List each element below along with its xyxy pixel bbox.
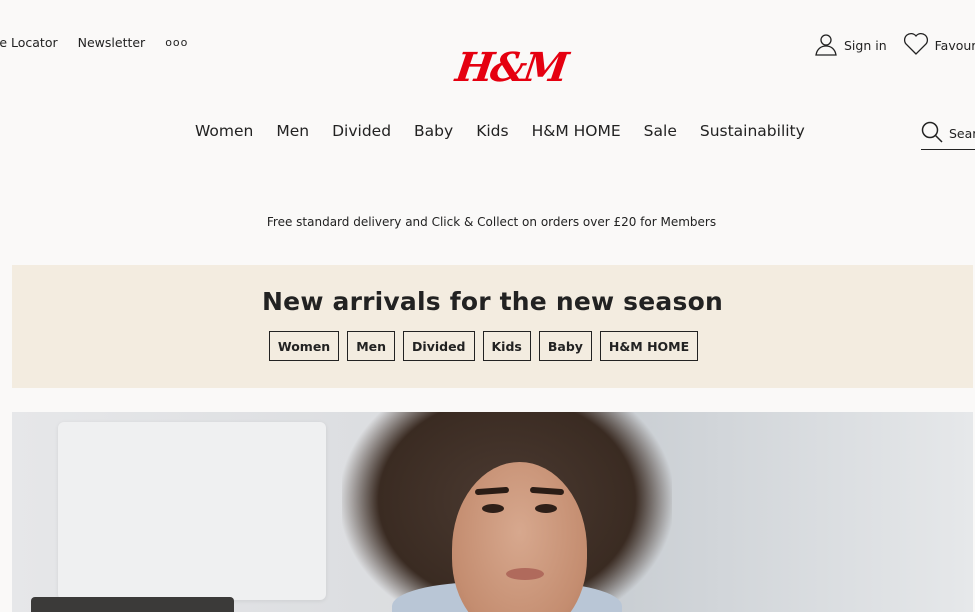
nav-item-sale[interactable]: Sale	[644, 122, 677, 140]
nav-item-men[interactable]: Men	[276, 122, 309, 140]
search-placeholder: Search products	[949, 126, 975, 141]
utility-links: Store Locator Newsletter ooo	[0, 35, 188, 50]
delivery-promo: Free standard delivery and Click & Colle…	[266, 215, 717, 229]
favourites-button[interactable]: Favourites	[903, 32, 975, 59]
hero-image[interactable]	[12, 412, 973, 612]
chip-hm-home[interactable]: H&M HOME	[599, 331, 699, 361]
hm-logo[interactable]: H&M	[453, 44, 569, 91]
nav-item-women[interactable]: Women	[195, 122, 253, 140]
category-chips: Women Men Divided Kids Baby H&M HOME	[12, 331, 973, 361]
store-locator-link[interactable]: Store Locator	[0, 35, 58, 50]
nav-item-baby[interactable]: Baby	[414, 122, 453, 140]
chip-divided[interactable]: Divided	[403, 331, 475, 361]
nav-item-divided[interactable]: Divided	[332, 122, 391, 140]
cookie-bar-edge[interactable]	[31, 597, 234, 612]
user-icon	[814, 32, 838, 59]
account-links: Sign in Favourites	[814, 32, 975, 59]
model-eye	[535, 504, 557, 513]
model-lips	[506, 568, 544, 580]
main-navigation: Women Men Divided Baby Kids H&M HOME Sal…	[195, 122, 805, 140]
new-arrivals-banner: New arrivals for the new season Women Me…	[12, 265, 973, 388]
newsletter-link[interactable]: Newsletter	[78, 35, 146, 50]
search-input[interactable]: Search products	[921, 118, 975, 150]
nav-item-sustainability[interactable]: Sustainability	[700, 122, 805, 140]
favourites-label: Favourites	[934, 38, 975, 53]
chip-women[interactable]: Women	[268, 331, 340, 361]
banner-title: New arrivals for the new season	[262, 287, 723, 316]
nav-item-hm-home[interactable]: H&M HOME	[532, 122, 621, 140]
search-icon	[921, 121, 943, 146]
more-options-button[interactable]: ooo	[165, 36, 188, 49]
heart-icon	[903, 32, 929, 59]
chip-baby[interactable]: Baby	[538, 331, 592, 361]
nav-item-kids[interactable]: Kids	[476, 122, 508, 140]
sign-in-label: Sign in	[844, 38, 887, 53]
model-eye	[482, 504, 504, 513]
chip-kids[interactable]: Kids	[482, 331, 531, 361]
sign-in-button[interactable]: Sign in	[814, 32, 887, 59]
overlay-panel	[58, 422, 326, 600]
chip-men[interactable]: Men	[347, 331, 396, 361]
